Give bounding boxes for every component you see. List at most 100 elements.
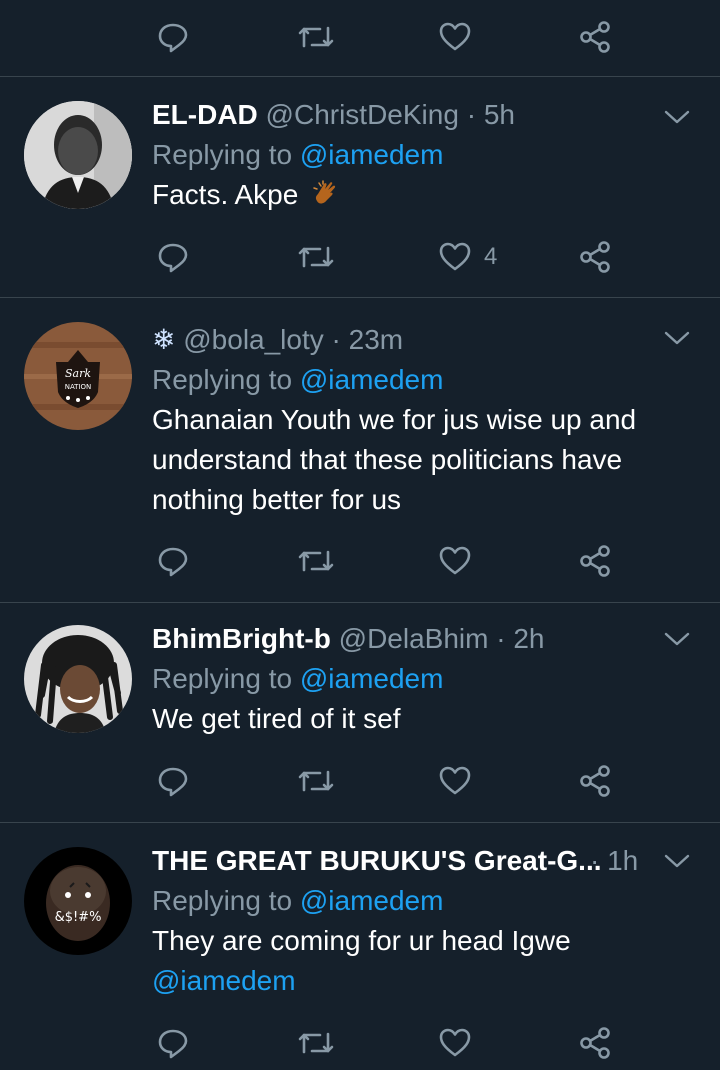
avatar[interactable]: Sark NATION <box>24 322 132 430</box>
separator: · <box>488 623 514 654</box>
like-button[interactable] <box>438 12 472 62</box>
retweet-button[interactable] <box>296 1018 336 1068</box>
tweet-header: EL-DAD @ChristDeKing · 5h <box>152 95 674 135</box>
tweet-3[interactable]: BhimBright-b @DelaBhim · 2h Replying to … <box>0 603 720 822</box>
user-handle[interactable]: @bola_loty <box>183 324 324 355</box>
display-name[interactable]: THE GREAT BURUKU'S Great-G... <box>152 845 602 876</box>
retweet-icon <box>298 770 334 792</box>
tweet-header: BhimBright-b @DelaBhim · 2h <box>152 619 674 659</box>
tweet-4[interactable]: &$!#% THE GREAT BURUKU'S Great-G... · 1h… <box>0 823 720 1070</box>
tweet-1[interactable]: EL-DAD @ChristDeKing · 5h Replying to @i… <box>0 77 720 297</box>
avatar[interactable]: &$!#% <box>24 847 132 955</box>
like-icon <box>439 242 471 271</box>
tweet-actions <box>0 1018 720 1068</box>
tweet-text-line: Ghanaian Youth we for jus wise up and <box>152 404 637 435</box>
share-button[interactable] <box>578 756 612 806</box>
replying-to: Replying to @iamedem <box>152 881 674 921</box>
reply-button[interactable] <box>156 232 190 282</box>
avatar[interactable] <box>24 101 132 209</box>
replying-prefix: Replying to <box>152 364 300 395</box>
share-button[interactable] <box>578 12 612 62</box>
reply-icon <box>158 1029 188 1059</box>
tweet-2[interactable]: Sark NATION ❄ @bola_loty · 23m Replying … <box>0 298 720 602</box>
user-handle[interactable]: @DelaBhim <box>339 623 489 654</box>
retweet-button[interactable] <box>296 756 336 806</box>
chevron-down-icon[interactable] <box>664 629 690 649</box>
reply-button[interactable] <box>156 12 190 62</box>
share-icon <box>580 241 610 273</box>
share-icon <box>580 545 610 577</box>
reply-icon <box>158 547 188 577</box>
tweet-header: ❄ @bola_loty · 23m <box>152 320 674 360</box>
share-icon <box>580 21 610 53</box>
separator: · <box>590 845 608 876</box>
replying-prefix: Replying to <box>152 139 300 170</box>
tweet-text-line: understand that these politicians have <box>152 444 623 475</box>
avatar-portrait-image <box>24 625 132 733</box>
retweet-icon <box>298 1032 334 1054</box>
timestamp[interactable]: 23m <box>349 324 403 355</box>
tweet-text-body: Facts. Akpe <box>152 179 299 210</box>
like-count: 4 <box>484 243 498 270</box>
like-button[interactable] <box>438 536 472 586</box>
like-icon <box>439 1028 471 1057</box>
reply-mention-link[interactable]: @iamedem <box>300 885 444 916</box>
replying-prefix: Replying to <box>152 663 300 694</box>
reply-icon <box>158 23 188 53</box>
tweet-text-body: They are coming for ur head Igwe <box>152 925 571 956</box>
share-icon <box>580 765 610 797</box>
replying-prefix: Replying to <box>152 885 300 916</box>
tweet-actions <box>0 756 720 806</box>
replying-to: Replying to @iamedem <box>152 135 674 175</box>
clapping-hands-icon <box>313 180 336 204</box>
tweet-time-meta: · 1h <box>590 841 638 881</box>
display-name[interactable]: ❄ <box>152 324 175 355</box>
like-icon <box>439 546 471 575</box>
timestamp[interactable]: 1h <box>607 845 638 876</box>
like-icon <box>439 766 471 795</box>
like-icon <box>439 22 471 51</box>
timestamp[interactable]: 5h <box>484 99 515 130</box>
retweet-button[interactable] <box>296 232 336 282</box>
avatar-logo-text: Sark <box>65 367 91 380</box>
reply-icon <box>158 243 188 273</box>
tweet-text-line: nothing better for us <box>152 484 402 515</box>
avatar-emoji-image: &$!#% <box>24 847 132 955</box>
avatar[interactable] <box>24 625 132 733</box>
tweet-text: We get tired of it sef <box>152 699 674 739</box>
chevron-down-icon[interactable] <box>664 107 690 127</box>
retweet-button[interactable] <box>296 12 336 62</box>
like-button[interactable] <box>438 756 472 806</box>
tweet-text: Facts. Akpe <box>152 175 674 215</box>
like-button[interactable] <box>438 1018 472 1068</box>
share-button[interactable] <box>578 1018 612 1068</box>
retweet-button[interactable] <box>296 536 336 586</box>
user-handle[interactable]: @ChristDeKing <box>266 99 459 130</box>
chevron-down-icon[interactable] <box>664 328 690 348</box>
share-button[interactable] <box>578 232 612 282</box>
display-name[interactable]: BhimBright-b <box>152 623 331 654</box>
tweet-mention-link[interactable]: @iamedem <box>152 961 674 1001</box>
reply-button[interactable] <box>156 1018 190 1068</box>
reply-button[interactable] <box>156 756 190 806</box>
display-name[interactable]: EL-DAD <box>152 99 258 130</box>
chevron-down-icon[interactable] <box>664 851 690 871</box>
avatar-logo-image: Sark NATION <box>24 322 132 430</box>
reply-mention-link[interactable]: @iamedem <box>300 139 444 170</box>
reply-mention-link[interactable]: @iamedem <box>300 663 444 694</box>
tweet-text: They are coming for ur head Igwe @iamede… <box>152 921 674 1001</box>
tweet-actions: 4 <box>0 232 720 282</box>
timestamp[interactable]: 2h <box>513 623 544 654</box>
reply-mention-link[interactable]: @iamedem <box>300 364 444 395</box>
replying-to: Replying to @iamedem <box>152 659 674 699</box>
tweet-text: Ghanaian Youth we for jus wise up and un… <box>152 400 674 520</box>
share-button[interactable] <box>578 536 612 586</box>
avatar-censored-text: &$!#% <box>55 910 102 925</box>
like-button[interactable]: 4 <box>438 232 497 282</box>
tweet-text-body: We get tired of it sef <box>152 703 401 734</box>
replying-to: Replying to @iamedem <box>152 360 674 400</box>
retweet-icon <box>298 246 334 268</box>
reply-button[interactable] <box>156 536 190 586</box>
tweet-actions <box>0 536 720 586</box>
retweet-icon <box>298 550 334 572</box>
